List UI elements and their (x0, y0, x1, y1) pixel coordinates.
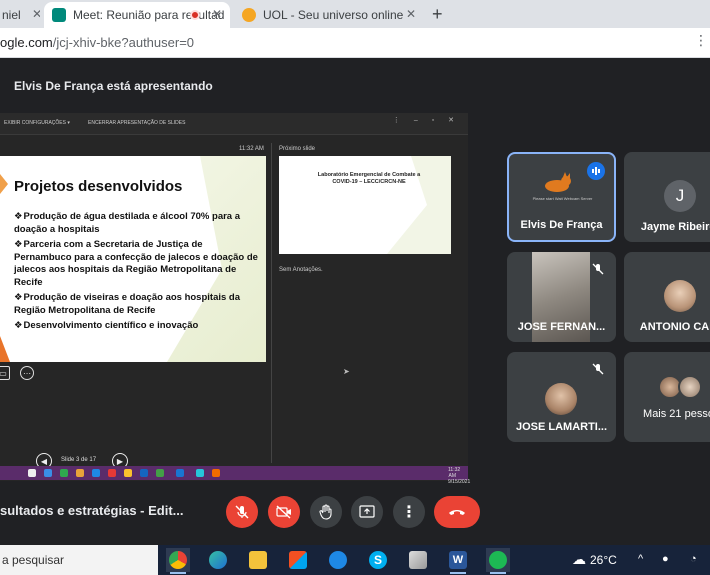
notes-text: Sem Anotações. (279, 267, 323, 273)
presenter-clock: 11:32 AM (239, 146, 264, 152)
word-icon[interactable]: W (446, 548, 470, 574)
browser-tab-bar: niel ✕ Meet: Reunião para resultad ✕ UOL… (0, 0, 710, 28)
participant-tile[interactable]: JOSE FERNAN... (507, 252, 616, 342)
app-icon[interactable] (326, 548, 350, 572)
participant-name: Jayme Ribeiro (640, 221, 710, 233)
participant-tile[interactable]: J Jayme Ribeiro (624, 152, 710, 242)
more-icon[interactable]: ⋮ (694, 32, 708, 49)
bullet-item: ❖Parceria com a Secretaria de Justiça de… (14, 239, 258, 288)
skype-icon[interactable]: S (366, 548, 390, 572)
participant-tile[interactable]: ANTONIO CAR (624, 252, 710, 342)
shared-screen: EXIBIR CONFIGURAÇÕES ▾ ENCERRAR APRESENT… (0, 113, 470, 485)
bullet-item: ❖Produção de água destilada e álcool 70%… (14, 211, 240, 235)
avatar: J (664, 180, 696, 212)
display-settings-button[interactable]: EXIBIR CONFIGURAÇÕES ▾ (4, 120, 70, 126)
participant-name: Elvis De França (520, 219, 603, 231)
end-call-button[interactable] (434, 496, 480, 528)
avatar (545, 383, 577, 415)
tab-meet[interactable]: Meet: Reunião para resultad ✕ (44, 2, 230, 28)
end-slideshow-button[interactable]: ENCERRAR APRESENTAÇÃO DE SLIDES (88, 120, 185, 126)
address-bar[interactable]: ogle.com/jcj-xhiv-bke?authuser=0 ⋮ (0, 28, 710, 58)
next-slide-label: Próximo slide (279, 146, 316, 152)
next-slide-preview: Laboratório Emergencial de Combate a COV… (279, 156, 451, 254)
recording-indicator-icon (190, 10, 200, 20)
tab-first[interactable]: niel ✕ (0, 2, 40, 28)
chevron-up-icon[interactable]: ^ (638, 553, 643, 565)
slide-bullets: ❖Produção de água destilada e álcool 70%… (14, 211, 262, 336)
shared-taskbar: 11:32 AM 9/15/2021 (0, 466, 470, 485)
close-tab-icon[interactable]: ✕ (32, 7, 40, 21)
close-tab-icon[interactable]: ✕ (212, 7, 222, 21)
network-icon[interactable]: ● (662, 553, 669, 565)
speaking-indicator-icon (587, 162, 605, 180)
url-text[interactable]: ogle.com/jcj-xhiv-bke?authuser=0 (0, 35, 194, 50)
close-tab-icon[interactable]: ✕ (406, 7, 416, 21)
uol-favicon-icon (242, 8, 256, 22)
store-icon[interactable] (286, 548, 310, 572)
current-slide: Projetos desenvolvidos ❖Produção de água… (0, 156, 266, 362)
mouse-cursor-icon: ➤ (343, 367, 350, 376)
wifi-icon[interactable]: ◔ (690, 553, 697, 565)
taskbar-search[interactable]: a pesquisar (0, 545, 158, 575)
participant-name: JOSE LAMARTI... (515, 421, 608, 433)
participant-tile[interactable]: JOSE LAMARTI... (507, 352, 616, 442)
more-options-button[interactable]: ⋮ (393, 496, 425, 528)
slide-counter: Slide 3 de 17 (61, 457, 97, 463)
cat-image (539, 172, 575, 192)
raise-hand-button[interactable] (310, 496, 342, 528)
meeting-title: sultados e estratégias - Edit... (0, 503, 184, 518)
participant-tile[interactable]: Please start Wait Webcam Server Elvis De… (507, 152, 616, 242)
bullet-item: ❖Desenvolvimento científico e inovação (14, 320, 199, 331)
slide-title: Projetos desenvolvidos (14, 178, 183, 195)
present-screen-button[interactable] (351, 496, 383, 528)
presenter-label: Elvis De França está apresentando (14, 79, 213, 93)
avatar (678, 375, 702, 399)
meet-favicon-icon (52, 8, 66, 22)
window-controls[interactable]: ⋮ – ▫ ✕ (393, 116, 460, 124)
file-explorer-icon[interactable] (246, 548, 270, 572)
avatar (664, 280, 696, 312)
bullet-item: ❖Produção de viseiras e doação aos hospi… (14, 292, 240, 316)
participant-name: JOSE FERNAN... (517, 321, 606, 333)
mic-toggle-button[interactable] (226, 496, 258, 528)
mic-off-icon (589, 360, 607, 378)
subtitles-icon[interactable]: ▭ (0, 366, 10, 380)
camera-toggle-button[interactable] (268, 496, 300, 528)
next-slide-text: Laboratório Emergencial de Combate a COV… (317, 172, 421, 185)
spotify-icon[interactable] (486, 548, 510, 574)
mic-off-icon (589, 260, 607, 278)
chrome-icon[interactable] (166, 548, 190, 574)
weather-widget[interactable]: ☁ 26°C (572, 551, 617, 568)
participant-name: ANTONIO CAR (639, 321, 710, 333)
paint-icon[interactable] (406, 548, 430, 572)
cloud-sun-icon: ☁ (572, 551, 586, 567)
more-participants-tile[interactable]: Mais 21 pesso (624, 352, 710, 442)
edge-icon[interactable] (206, 548, 230, 572)
tab-uol[interactable]: UOL - Seu universo online ✕ (234, 2, 424, 28)
more-participants-label: Mais 21 pesso (643, 408, 710, 420)
new-tab-button[interactable]: + (432, 4, 443, 25)
more-options-icon[interactable]: ⋯ (20, 366, 34, 380)
